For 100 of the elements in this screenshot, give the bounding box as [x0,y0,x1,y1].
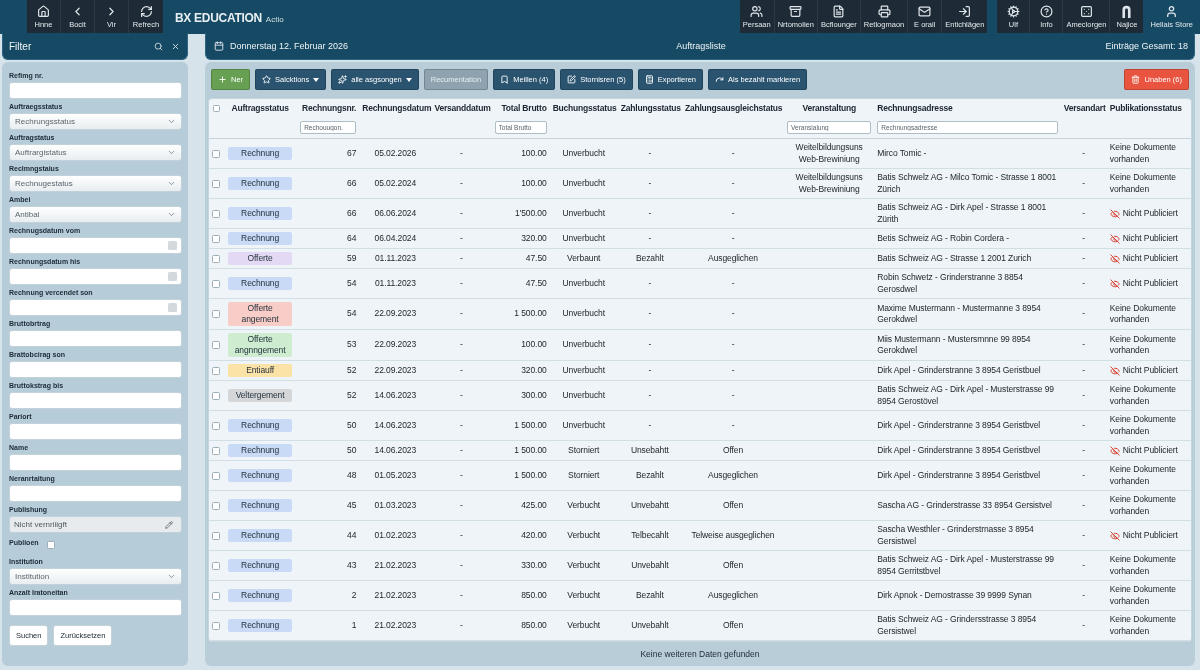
table-cell: - [731,389,735,402]
table-cell: 66 [347,207,357,220]
table-cell: - [1082,469,1086,482]
edit-icon [567,75,577,84]
table-cell: - [648,339,652,351]
table-cell: - [648,207,652,220]
table-cell: 67 [347,147,357,160]
table-cell: Unverbucht [562,277,605,290]
status-tag: Rechnung [228,619,293,632]
table-cell: 47.50 [525,252,547,265]
select-all-checkbox[interactable] [212,105,220,113]
table-cell: - [1082,232,1086,245]
date-field[interactable] [9,299,182,316]
select-field[interactable]: Institution [9,568,182,585]
chevron-down-icon [167,148,176,157]
curved-arrow-icon [715,75,724,84]
table-cell: - [1082,308,1086,320]
table-cell: - [1082,529,1086,542]
table-cell: 14.06.2023 [374,389,417,402]
table-cell-text: Keine Dokumente vorhanden [1109,584,1177,607]
input-field[interactable] [9,423,182,440]
row-checkbox[interactable] [212,446,220,455]
page-title: Auftragsliste [676,41,726,51]
table-cell: Dirk Apel - Grinderstranne 3 8954 Geristbvel [877,469,1041,482]
input-field[interactable] [9,485,182,502]
input-field[interactable] [9,392,182,409]
table-cell: Ausgeglichen [708,252,758,265]
table-cell: Unverbucht [562,419,605,432]
date-field[interactable] [9,237,182,254]
status-tag: Rechnung [228,419,293,432]
table-cell: 1 500.00 [514,419,547,432]
row-checkbox[interactable] [212,366,220,375]
row-checkbox[interactable] [212,391,220,400]
table-cell: Unvebahtt [630,499,669,512]
row-checkbox[interactable] [212,149,220,158]
table-cell-text: Keine Dokumente vorhanden [1109,172,1177,195]
table-cell: Offen [722,444,744,457]
input-field[interactable] [9,599,182,616]
row-checkbox[interactable] [212,621,220,630]
table-cell: 330.00 [521,559,547,572]
select-field[interactable]: Antibal [9,206,182,223]
table-cell: 21.02.2023 [374,619,417,632]
table-cell: - [460,389,463,402]
table-cell: 425.00 [521,499,547,512]
row-checkbox[interactable] [212,179,220,188]
readonly-field[interactable]: Nicht vernriiigft [9,516,182,533]
row-checkbox[interactable] [212,341,220,349]
row-checkbox[interactable] [212,421,220,430]
table-cell: - [1082,389,1086,402]
table-cell: Bezahlt [636,589,664,602]
table-cell: - [731,232,735,245]
checkbox[interactable] [46,541,55,549]
table-cell: Dirk Apel - Grinderstranne 3 8954 Geristbvel [877,444,1041,457]
select-field[interactable]: Rechnugestatus [9,175,182,192]
row-checkbox[interactable] [212,279,220,288]
row-checkbox[interactable] [212,501,220,510]
status-tag: Rechnung [228,499,293,512]
table-cell-text: Batis Schweiz AG - Dirk Apel - Musterstrasse 99 8954 Gerritstbvel [877,554,1055,577]
row-checkbox[interactable] [212,254,220,263]
status-tag: Rechnung [228,529,293,542]
table-cell: - [1082,589,1086,602]
table-cell: - [1082,252,1086,265]
table-cell: 52 [347,389,357,402]
table-cell: 54 [347,308,357,320]
input-field[interactable] [9,361,182,378]
chevron-down-icon [167,210,176,219]
table-cell: - [648,177,652,190]
table-cell: - [460,207,463,220]
table-cell: - [460,419,463,432]
table-cell: 1 500.00 [514,308,547,320]
row-checkbox[interactable] [212,591,220,600]
table-cell: 320.00 [521,364,547,377]
table-cell: Nicht Publiciert [1122,364,1178,377]
chevron-down-icon [167,179,176,188]
search-icon[interactable] [154,41,163,51]
input-field[interactable] [9,330,182,347]
table-cell: Offen [722,619,744,632]
select-field[interactable]: Auftrargistatus [9,144,182,161]
row-checkbox[interactable] [212,234,220,243]
square-icon [168,272,177,281]
table-cell-text: Batis Schweiz AG - Grindersstrasse 3 8954 Gersistwel [877,614,1038,637]
row-checkbox[interactable] [212,471,220,480]
close-icon[interactable] [171,41,180,51]
table-cell: 50 [347,419,357,432]
dice-icon [1079,4,1093,18]
select-field[interactable]: Rechrungsstatus [9,113,182,130]
status-tag: Rechnung [228,589,293,602]
row-checkbox[interactable] [212,531,220,540]
table-cell-text: Keine Dokumente vorhanden [1109,554,1177,577]
input-field[interactable] [9,454,182,471]
chevron-down-icon [167,572,176,581]
row-checkbox[interactable] [212,209,220,218]
row-checkbox[interactable] [212,561,220,570]
table-cell: - [648,419,652,432]
table-cell: Mirco Tomic - [877,147,927,160]
input-field[interactable] [9,82,182,99]
table-cell: Offen [722,559,744,572]
row-checkbox[interactable] [212,310,220,318]
date-field[interactable] [9,268,182,285]
column-header: Auftragsstatus [231,103,289,113]
